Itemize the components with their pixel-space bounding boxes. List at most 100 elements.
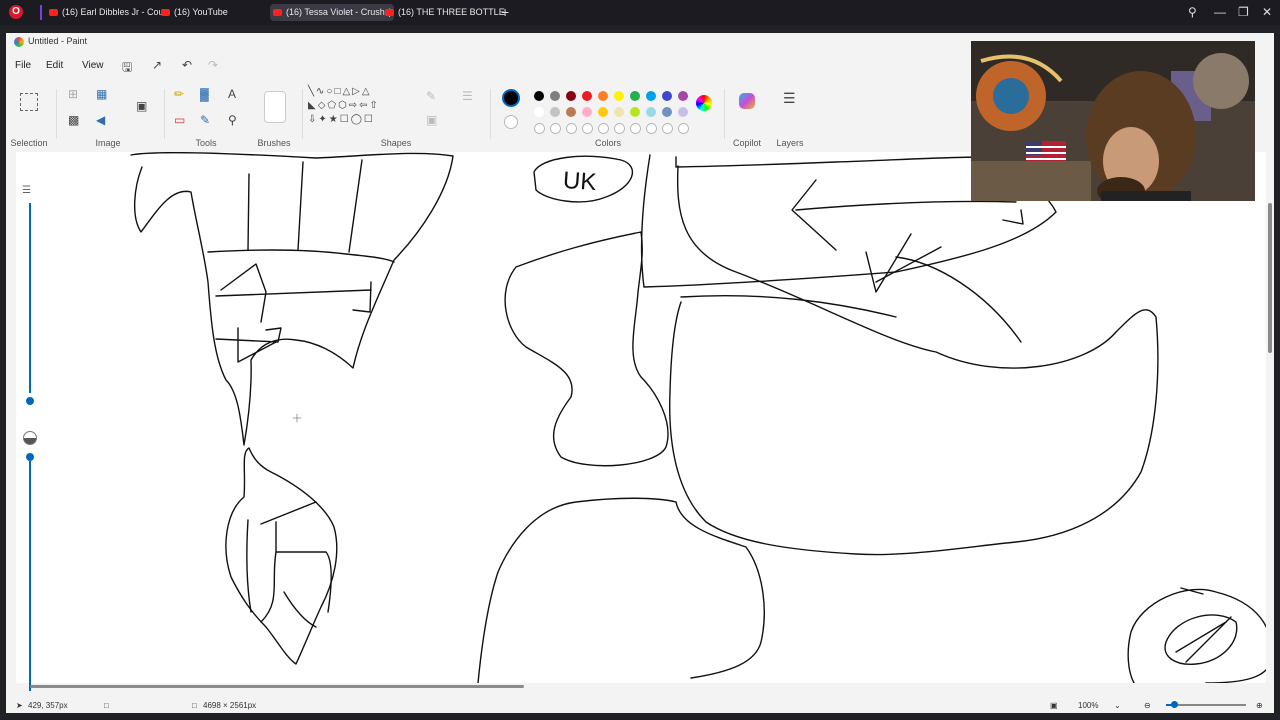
custom-color-slot[interactable] [566,123,577,134]
size-icon[interactable]: ☰ [462,89,473,103]
zoom-level[interactable]: 100% [1078,701,1098,710]
zoom-knob[interactable] [1171,701,1178,708]
youtube-icon [49,9,58,16]
custom-color-slot[interactable] [534,123,545,134]
copilot-icon[interactable] [739,93,755,109]
drawing-canvas[interactable]: UK [16,152,1266,683]
fit-to-window-icon[interactable]: ▣ [1050,701,1058,710]
zoom-dropdown-icon[interactable]: ⌄ [1114,701,1121,710]
menu-edit[interactable]: Edit [46,60,63,71]
youtube-icon [385,9,394,16]
color-swatch[interactable] [662,91,672,101]
custom-color-slot[interactable] [662,123,673,134]
color-swatch[interactable] [598,91,608,101]
youtube-icon [161,9,170,16]
color-swatch[interactable] [598,107,608,117]
opacity-track [29,461,31,691]
custom-color-slot[interactable] [614,123,625,134]
opera-logo-icon[interactable]: O [9,5,23,19]
color-swatch[interactable] [566,91,576,101]
color-swatch[interactable] [662,107,672,117]
shapes-gallery[interactable]: ╲∿○□△▷△ ◣◇⬠⬡⇨⇦⇧ ⇩✦★☐◯☐ [308,85,408,129]
color-picker-icon[interactable]: ✎ [200,113,210,127]
minimize-icon[interactable]: — [1214,5,1226,19]
color-swatch[interactable] [534,107,544,117]
color-swatch[interactable] [566,107,576,117]
divider [302,89,303,139]
color-swatch[interactable] [534,91,544,101]
webcam-overlay [971,41,1255,201]
scroll-thumb[interactable] [30,685,524,688]
horizontal-scrollbar[interactable] [26,684,1256,689]
group-colors-label: Colors [594,138,621,148]
color-swatch[interactable] [678,107,688,117]
paint-app-icon [14,37,24,47]
rotate-icon[interactable]: ◀ [96,113,105,127]
tab-tessa-violet[interactable]: (16) Tessa Violet - Crush ( [270,4,394,21]
custom-color-slot[interactable] [598,123,609,134]
color-swatch[interactable] [582,107,592,117]
brush-size-slider[interactable]: ☰ [20,185,40,695]
color-swatch[interactable] [646,91,656,101]
tab-earl-dibbles[interactable]: (16) Earl Dibbles Jr - Coun [46,4,170,21]
vertical-scrollbar[interactable] [1268,203,1272,353]
crop-icon[interactable]: ⊞ [68,87,78,101]
fill-shape-icon[interactable]: ▣ [426,113,437,127]
color-swatch[interactable] [630,107,640,117]
workspace-indicator [40,5,42,20]
color-swatch[interactable] [630,91,640,101]
group-tools-label: Tools [195,138,217,148]
secondary-color-swatch[interactable] [504,115,518,129]
group-copilot-label: Copilot [732,138,761,148]
menu-view[interactable]: View [82,60,104,71]
active-color-swatch[interactable] [502,89,520,107]
tab-three-bottle[interactable]: (16) THE THREE BOTTLE C [382,4,506,21]
divider [164,89,165,139]
remove-background-icon[interactable]: ▩ [68,113,79,127]
custom-color-slot[interactable] [646,123,657,134]
menu-file[interactable]: File [15,60,31,71]
zoom-out-icon[interactable]: ⊖ [1144,701,1151,710]
color-swatch[interactable] [614,107,624,117]
fill-icon[interactable]: ▓ [200,87,209,101]
color-swatch[interactable] [614,91,624,101]
brush-size-icon: ☰ [22,185,31,196]
zoom-slider[interactable] [1166,704,1246,706]
custom-color-slot[interactable] [678,123,689,134]
tab-youtube[interactable]: (16) YouTube [158,4,282,21]
color-swatch[interactable] [550,107,560,117]
webcam-image [971,41,1255,201]
search-icon[interactable]: ⚲ [1188,5,1197,19]
color-swatch[interactable] [582,91,592,101]
eraser-icon[interactable]: ▭ [174,113,185,127]
color-swatch[interactable] [550,91,560,101]
color-swatch[interactable] [678,91,688,101]
layers-icon[interactable]: ☰ [783,91,796,105]
image-select-icon[interactable]: ▣ [136,99,147,113]
share-icon[interactable]: ↗ [152,58,162,72]
pencil-icon[interactable]: ✏ [174,87,184,101]
magnifier-icon[interactable]: ⚲ [228,113,237,127]
custom-color-slot[interactable] [550,123,561,134]
size-knob[interactable] [26,397,34,405]
restore-icon[interactable]: ❐ [1238,5,1249,19]
new-tab-button[interactable]: + [501,5,509,19]
canvas-size: 4698 × 2561px [203,701,257,710]
save-icon[interactable]: 🖫 [122,58,132,79]
divider [56,89,57,139]
custom-color-slot[interactable] [582,123,593,134]
undo-icon[interactable]: ↶ [182,58,192,72]
opacity-knob[interactable] [26,453,34,461]
resize-icon[interactable]: ▦ [96,87,107,101]
brushes-icon[interactable] [264,91,286,123]
color-swatch[interactable] [646,107,656,117]
selection-tool-icon[interactable] [20,93,38,111]
zoom-in-icon[interactable]: ⊕ [1256,701,1263,710]
edit-colors-icon[interactable] [696,95,712,111]
custom-color-slot[interactable] [630,123,641,134]
outline-icon[interactable]: ✎ [426,89,436,103]
close-icon[interactable]: ✕ [1262,5,1272,19]
redo-icon[interactable]: ↷ [208,58,218,72]
text-icon[interactable]: A [228,87,236,101]
window-title: Untitled - Paint [28,36,88,46]
